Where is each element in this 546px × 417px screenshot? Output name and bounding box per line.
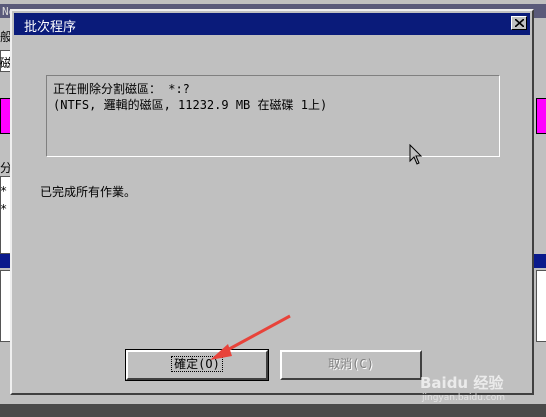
cancel-button-label: 取消(C) (328, 357, 374, 371)
message-line: (NTFS, 邏輯的磁區, 11232.9 MB 在磁碟 1上) (53, 98, 328, 112)
watermark-brand: Baidu 经验 (420, 374, 504, 392)
dialog-title: 批次程序 (24, 20, 77, 35)
background-statusbar (0, 404, 546, 417)
background-list (536, 270, 546, 342)
message-box: 正在刪除分割磁區： *:? (NTFS, 邏輯的磁區, 11232.9 MB 在… (46, 75, 500, 157)
message-line: 正在刪除分割磁區： *:? (53, 82, 190, 96)
mouse-cursor-icon (409, 144, 423, 165)
cancel-button[interactable]: 取消(C) (280, 350, 422, 380)
watermark-url: jingyan.baidu.com (422, 393, 506, 403)
close-button[interactable] (511, 16, 527, 30)
batch-program-dialog: 批次程序 正在刪除分割磁區： *:? (NTFS, 邏輯的磁區, 11232.9… (10, 9, 534, 395)
background-partition-bar (536, 98, 546, 134)
status-text: 已完成所有作業。 (40, 185, 137, 199)
annotation-arrow-icon (210, 314, 291, 360)
watermark: Baidu 经验 jingyan.baidu.com (420, 372, 505, 403)
close-icon (515, 19, 524, 27)
dialog-titlebar: 批次程序 (14, 13, 530, 35)
